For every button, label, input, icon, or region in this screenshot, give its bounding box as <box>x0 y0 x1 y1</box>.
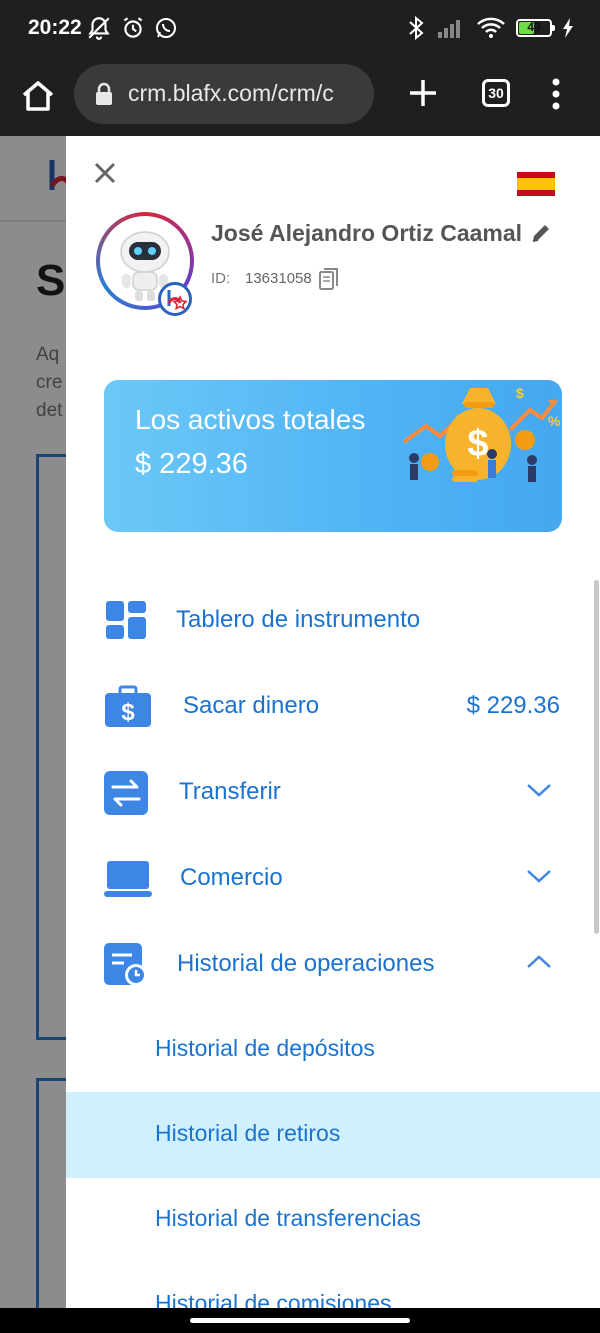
status-bar: 20:22 49 <box>0 0 600 58</box>
close-icon[interactable] <box>92 160 118 186</box>
phone-screen: 20:22 49 crm.blafx.com/crm/c 30 S Aq cre… <box>0 0 600 1333</box>
browser-menu-icon[interactable] <box>544 76 568 112</box>
total-assets-title: Los activos totales <box>135 404 366 435</box>
battery-level: 49 <box>527 20 541 34</box>
signal-icon <box>438 20 460 38</box>
gesture-handle[interactable] <box>190 1318 410 1323</box>
spain-flag-icon[interactable] <box>517 172 555 196</box>
menu-item-dashboard[interactable]: Tablero de instrumento <box>66 578 600 664</box>
laptop-icon <box>104 861 152 897</box>
bell-muted-icon <box>88 17 110 40</box>
submenu-item-withdrawal-history[interactable]: Historial de retiros <box>66 1092 600 1178</box>
chevron-down-icon[interactable] <box>526 868 552 884</box>
chevron-down-icon[interactable] <box>526 782 552 798</box>
battery-icon: 49 <box>516 19 555 37</box>
svg-text:$: $ <box>516 385 524 401</box>
menu-label-commerce: Comercio <box>180 864 283 891</box>
transfer-arrows-icon <box>104 771 148 815</box>
dashboard-icon <box>106 601 146 639</box>
menu-item-withdraw[interactable]: $ Sacar dinero $ 229.36 <box>66 664 600 750</box>
submenu-label-deposit-history: Historial de depósitos <box>155 1035 375 1061</box>
system-nav-bar <box>0 1308 600 1333</box>
user-id-label: ID: <box>211 270 231 287</box>
user-name: José Alejandro Ortiz Caamal <box>211 220 523 246</box>
brand-badge-icon <box>158 282 192 316</box>
submenu-item-transfer-history[interactable]: Historial de transferencias <box>66 1177 600 1263</box>
total-assets-value: $ 229.36 <box>135 448 248 480</box>
menu-label-transfer: Transferir <box>179 778 281 805</box>
chevron-up-icon[interactable] <box>526 954 552 970</box>
status-time: 20:22 <box>28 16 82 39</box>
whatsapp-icon <box>156 18 176 38</box>
url-text: crm.blafx.com/crm/c <box>128 80 334 106</box>
submenu-item-deposit-history[interactable]: Historial de depósitos <box>66 1007 600 1093</box>
edit-pencil-icon[interactable] <box>530 222 552 244</box>
copy-icon[interactable] <box>319 268 339 290</box>
status-right-icons: 49 <box>406 15 574 41</box>
submenu-item-commission-history[interactable]: Historial de comisiones <box>66 1262 600 1308</box>
user-id-value: 13631058 <box>245 270 312 287</box>
submenu-label-transfer-history: Historial de transferencias <box>155 1205 421 1231</box>
home-icon[interactable] <box>18 76 58 116</box>
menu-label-withdraw: Sacar dinero <box>183 692 320 719</box>
menu-item-commerce[interactable]: Comercio <box>66 836 600 922</box>
submenu-label-withdrawal-history: Historial de retiros <box>155 1120 341 1146</box>
svg-text:$: $ <box>121 699 135 726</box>
menu-item-transfer[interactable]: Transferir <box>66 750 600 836</box>
side-drawer: José Alejandro Ortiz Caamal ID: 13631058… <box>66 136 600 1308</box>
menu-label-dashboard: Tablero de instrumento <box>176 606 421 633</box>
tab-switcher-button[interactable]: 30 <box>482 79 510 107</box>
browser-toolbar: crm.blafx.com/crm/c 30 <box>0 58 600 136</box>
address-bar[interactable]: crm.blafx.com/crm/c <box>74 64 374 124</box>
new-tab-icon[interactable] <box>404 74 442 112</box>
svg-text:$: $ <box>467 423 488 465</box>
alarm-icon <box>123 17 143 38</box>
money-bag-illustration-icon: $ $ % <box>402 385 561 482</box>
status-left-icons <box>86 15 178 41</box>
wifi-icon <box>477 17 505 38</box>
charging-icon <box>563 18 573 38</box>
total-assets-card[interactable]: Los activos totales $ 229.36 $ $ % <box>104 380 562 532</box>
briefcase-dollar-icon: $ <box>105 685 151 727</box>
menu-item-history[interactable]: Historial de operaciones <box>66 922 600 1008</box>
history-clock-icon <box>104 943 147 986</box>
bluetooth-icon <box>409 15 424 41</box>
submenu-label-commission-history: Historial de comisiones <box>155 1290 392 1308</box>
withdraw-balance: $ 229.36 <box>466 692 560 719</box>
lock-icon <box>96 82 112 105</box>
drawer-scrollbar[interactable] <box>594 580 599 934</box>
svg-text:%: % <box>548 413 561 429</box>
menu-label-history: Historial de operaciones <box>177 950 435 977</box>
